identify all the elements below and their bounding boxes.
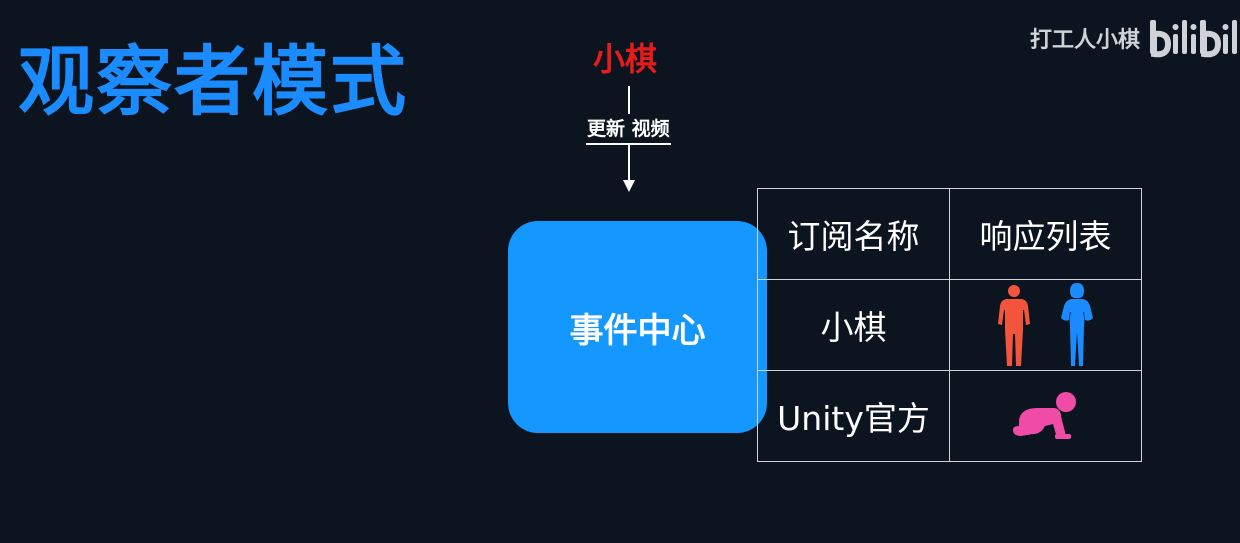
row-responders-cell — [949, 279, 1142, 371]
slide-title: 观察者模式 — [18, 37, 408, 126]
man-silhouette-icon — [997, 285, 1030, 366]
bilibili-logo-icon — [1150, 20, 1237, 58]
table-row: Unity官方 — [757, 370, 1142, 462]
header-subscription-name: 订阅名称 — [757, 188, 950, 280]
header-response-list: 响应列表 — [949, 188, 1142, 280]
publish-arrow-head — [623, 180, 635, 192]
table-row: 小棋 — [757, 279, 1142, 371]
row-responders-cell — [949, 370, 1142, 462]
arrow-label: 更新 视频 — [586, 114, 671, 145]
row-name-cell: Unity官方 — [757, 370, 950, 462]
crawling-baby-icon — [1012, 392, 1076, 439]
publisher-label: 小棋 — [593, 40, 658, 78]
woman-silhouette-icon — [1060, 283, 1093, 366]
watermark-text: 打工人小棋 — [1029, 28, 1140, 53]
table-header-row: 订阅名称 响应列表 — [757, 188, 1142, 280]
subscription-table: 订阅名称 响应列表 小棋 Unity官方 — [757, 188, 1142, 462]
event-center-label: 事件中心 — [569, 310, 706, 351]
event-center-box: 事件中心 — [508, 221, 767, 433]
slide: 观察者模式 打工人小棋 小棋 更新 视频 事件中心 订阅名称 响应列表 小棋 U… — [0, 0, 1240, 543]
watermark: 打工人小棋 — [1030, 16, 1240, 60]
row-name-cell: 小棋 — [757, 279, 950, 371]
